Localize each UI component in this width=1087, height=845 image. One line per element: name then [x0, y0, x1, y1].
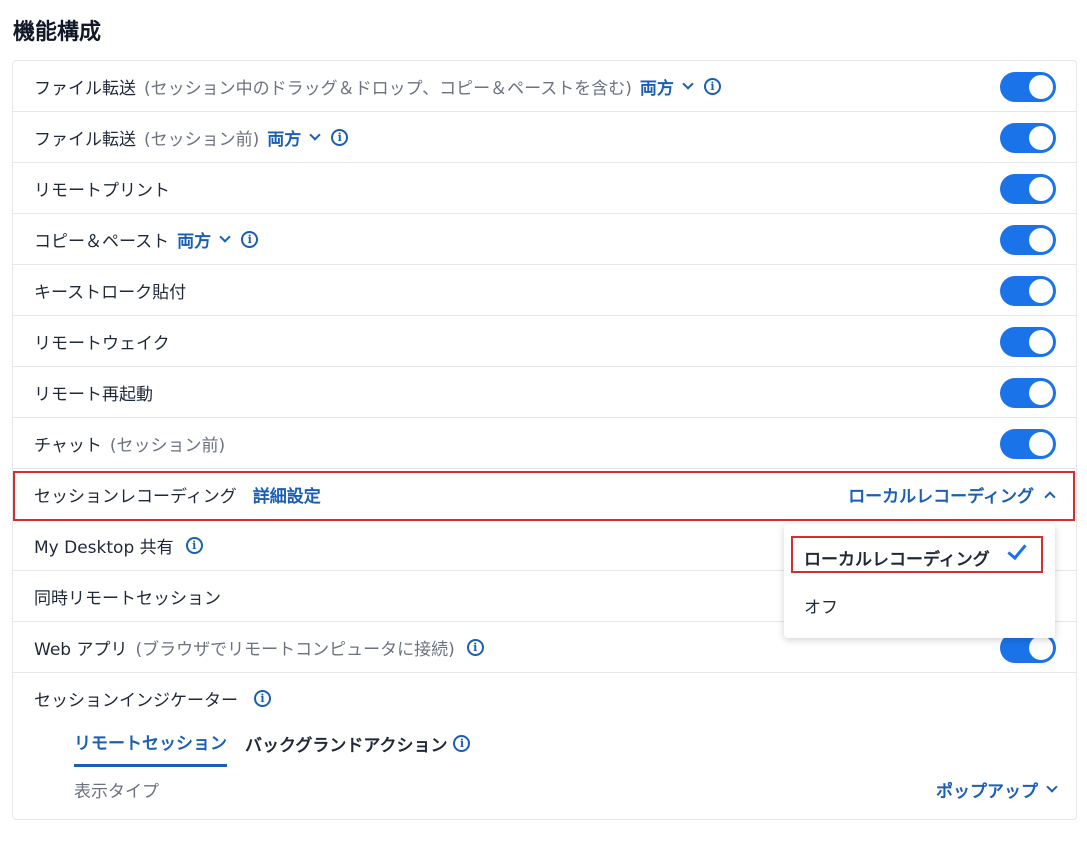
row-note: (セッション前) [109, 435, 226, 456]
row-label: コピー＆ペースト [34, 231, 170, 252]
row-label: ファイル転送 [34, 78, 136, 99]
row-label: チャット [34, 435, 102, 456]
indicator-tabs: リモートセッション バックグランドアクション i [74, 729, 471, 767]
option-off[interactable]: オフ [784, 582, 1055, 628]
row-file-transfer-session: ファイル転送 (セッション中のドラッグ＆ドロップ、コピー＆ペーストを含む) 両方… [13, 61, 1076, 112]
row-label: リモートプリント [34, 180, 170, 201]
display-type-row: 表示タイプ ポップアップ [74, 777, 1058, 802]
chevron-down-icon [1046, 781, 1058, 793]
info-icon[interactable]: i [241, 230, 259, 248]
row-label: Web アプリ [34, 639, 128, 660]
row-note: (セッション中のドラッグ＆ドロップ、コピー＆ペーストを含む) [144, 78, 632, 99]
row-chat: チャット (セッション前) [13, 418, 1076, 469]
row-note: (ブラウザでリモートコンピュータに接続) [135, 639, 455, 660]
display-type-dropdown[interactable]: ポップアップ [936, 777, 1058, 802]
row-label: 同時リモートセッション [34, 588, 221, 609]
row-remote-print: リモートプリント [13, 163, 1076, 214]
display-type-label: 表示タイプ [74, 782, 159, 802]
row-remote-reboot: リモート再起動 [13, 367, 1076, 418]
tab-background-action[interactable]: バックグランドアクション i [245, 729, 471, 767]
row-remote-wake: リモートウェイク [13, 316, 1076, 367]
row-label: キーストローク貼付 [34, 282, 187, 303]
remote-print-toggle[interactable] [1000, 174, 1056, 204]
row-file-transfer-pre: ファイル転送 (セッション前) 両方 i [13, 112, 1076, 163]
row-label: My Desktop 共有 [34, 537, 174, 558]
info-icon[interactable]: i [185, 536, 203, 554]
keystroke-toggle[interactable] [1000, 276, 1056, 306]
direction-dropdown[interactable]: 両方 [640, 74, 694, 99]
selected-option-highlight [791, 536, 1043, 573]
info-icon[interactable]: i [466, 638, 484, 656]
chat-toggle[interactable] [1000, 429, 1056, 459]
copy-paste-toggle[interactable] [1000, 225, 1056, 255]
row-label: リモート再起動 [34, 384, 153, 405]
recording-row-highlight [13, 471, 1075, 521]
row-label: リモートウェイク [34, 333, 170, 354]
row-keystroke: キーストローク貼付 [13, 265, 1076, 316]
row-session-indicator: セッションインジケーター i [13, 673, 1076, 724]
info-icon[interactable]: i [453, 734, 471, 752]
feature-config-panel: ファイル転送 (セッション中のドラッグ＆ドロップ、コピー＆ペーストを含む) 両方… [12, 60, 1077, 820]
chevron-down-icon [309, 128, 321, 141]
direction-dropdown[interactable]: 両方 [267, 125, 321, 150]
info-icon[interactable]: i [254, 690, 271, 707]
info-icon[interactable]: i [703, 77, 721, 95]
page-title: 機能構成 [13, 20, 102, 45]
chevron-down-icon [682, 77, 694, 90]
file-transfer-pre-toggle[interactable] [1000, 123, 1056, 153]
row-note: (セッション前) [144, 129, 260, 150]
info-icon[interactable]: i [331, 128, 349, 146]
row-label: セッションインジケーター [34, 691, 238, 711]
remote-reboot-toggle[interactable] [1000, 378, 1056, 408]
row-copy-paste: コピー＆ペースト 両方 i [13, 214, 1076, 265]
recording-options-menu: ローカルレコーディング オフ [784, 524, 1055, 638]
direction-dropdown[interactable]: 両方 [177, 227, 231, 252]
file-transfer-toggle[interactable] [1000, 72, 1056, 102]
chevron-down-icon [219, 230, 231, 243]
remote-wake-toggle[interactable] [1000, 327, 1056, 357]
tab-remote-session[interactable]: リモートセッション [74, 729, 227, 767]
row-label: ファイル転送 [34, 129, 136, 150]
